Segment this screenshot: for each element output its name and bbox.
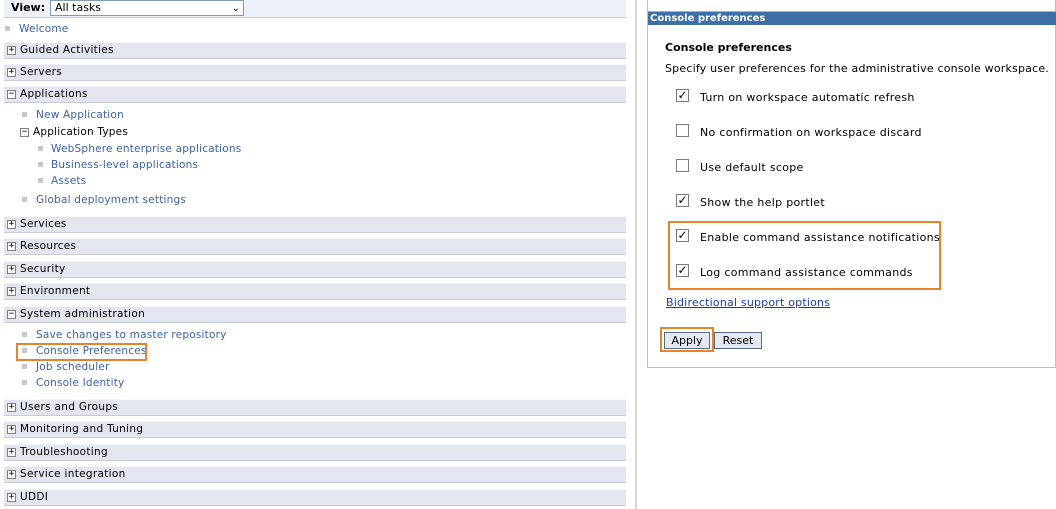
nav-link-new-application[interactable]: New Application [36, 107, 124, 123]
category-label: Servers [20, 66, 63, 78]
nav-category-servers[interactable]: + Servers [4, 64, 626, 81]
nav-link-business-level-apps[interactable]: Business-level applications [51, 157, 198, 173]
nav-link-console-identity[interactable]: Console Identity [36, 375, 124, 391]
expand-icon[interactable]: + [7, 287, 16, 296]
nav-item-business-level-apps[interactable]: Business-level applications [0, 157, 630, 173]
reset-button[interactable]: Reset [714, 332, 762, 349]
bullet-icon [38, 162, 43, 167]
checkbox-label: Use default scope [700, 161, 804, 174]
nav-item-job-scheduler[interactable]: Job scheduler [0, 359, 630, 375]
pane-divider[interactable] [635, 0, 637, 509]
nav-category-users-and-groups[interactable]: + Users and Groups [4, 399, 626, 416]
nav-category-guided-activities[interactable]: + Guided Activities [4, 42, 626, 59]
nav-link-save-changes[interactable]: Save changes to master repository [36, 327, 227, 343]
bullet-icon [38, 178, 43, 183]
collapse-icon[interactable]: − [7, 90, 16, 99]
nav-link-websphere-apps[interactable]: WebSphere enterprise applications [51, 141, 241, 157]
nav-item-save-changes[interactable]: Save changes to master repository [0, 327, 630, 343]
category-label: Monitoring and Tuning [20, 423, 144, 435]
nav-category-security[interactable]: + Security [4, 261, 626, 278]
chevron-down-icon: ⌄ [231, 3, 240, 14]
view-label: View: [11, 1, 46, 14]
checkmark-icon: ✓ [677, 88, 688, 102]
view-bar: View: All tasks ⌄ [4, 0, 626, 18]
bidirectional-support-link[interactable]: Bidirectional support options [666, 296, 830, 309]
nav-category-applications[interactable]: − Applications [4, 86, 626, 103]
nav-link-job-scheduler[interactable]: Job scheduler [36, 359, 110, 375]
bullet-icon [5, 26, 10, 31]
nav-category-service-integration[interactable]: + Service integration [4, 466, 626, 483]
category-label: Security [20, 263, 66, 275]
category-label: Services [20, 218, 67, 230]
bullet-icon [38, 146, 43, 151]
navigation-pane: View: All tasks ⌄ Welcome + Guided Activ… [0, 0, 630, 509]
expand-icon[interactable]: + [7, 242, 16, 251]
expand-icon[interactable]: + [7, 220, 16, 229]
category-label: Guided Activities [20, 44, 114, 56]
view-select-value: All tasks [55, 1, 102, 14]
nav-category-services[interactable]: + Services [4, 216, 626, 233]
bullet-icon [22, 380, 27, 385]
bullet-icon [22, 364, 27, 369]
expand-icon[interactable]: + [7, 68, 16, 77]
portlet-title: Console preferences [648, 11, 1056, 25]
view-select[interactable]: All tasks ⌄ [50, 0, 244, 16]
collapse-icon[interactable]: − [20, 128, 29, 137]
preferences-heading: Console preferences [665, 41, 792, 54]
bullet-icon [22, 197, 27, 202]
nav-item-websphere-apps[interactable]: WebSphere enterprise applications [0, 141, 630, 157]
nav-category-system-administration[interactable]: − System administration [4, 306, 626, 323]
category-label: UDDI [20, 491, 49, 503]
nav-category-environment[interactable]: + Environment [4, 283, 626, 300]
checkbox-help-portlet[interactable]: ✓ [676, 194, 689, 207]
category-label: Service integration [20, 468, 126, 480]
nav-item-console-identity[interactable]: Console Identity [0, 375, 630, 391]
category-label: Troubleshooting [20, 446, 108, 458]
nav-link-global-deployment[interactable]: Global deployment settings [36, 192, 186, 208]
expand-icon[interactable]: + [7, 46, 16, 55]
nav-item-new-application[interactable]: New Application [0, 107, 630, 123]
nav-category-monitoring-and-tuning[interactable]: + Monitoring and Tuning [4, 421, 626, 438]
checkbox-label: Turn on workspace automatic refresh [700, 91, 915, 104]
expand-icon[interactable]: + [7, 470, 16, 479]
checkbox-label: No confirmation on workspace discard [700, 126, 922, 139]
category-label: Users and Groups [20, 401, 119, 413]
category-label: Resources [20, 240, 77, 252]
checkbox-no-confirmation[interactable] [676, 124, 689, 137]
expand-icon[interactable]: + [7, 493, 16, 502]
bullet-icon [22, 332, 27, 337]
expand-icon[interactable]: + [7, 448, 16, 457]
expand-icon[interactable]: + [7, 403, 16, 412]
collapse-icon[interactable]: − [7, 310, 16, 319]
category-label: System administration [20, 308, 146, 320]
nav-group-application-types: Application Types [33, 126, 128, 138]
nav-category-resources[interactable]: + Resources [4, 238, 626, 255]
bullet-icon [22, 112, 27, 117]
expand-icon[interactable]: + [7, 425, 16, 434]
category-label: Applications [20, 88, 88, 100]
apply-button[interactable]: Apply [664, 332, 710, 349]
nav-link-welcome[interactable]: Welcome [19, 21, 68, 37]
nav-category-troubleshooting[interactable]: + Troubleshooting [4, 444, 626, 461]
checkbox-default-scope[interactable] [676, 159, 689, 172]
preferences-description: Specify user preferences for the adminis… [665, 62, 1050, 75]
checkmark-icon: ✓ [677, 193, 688, 207]
checkbox-label: Show the help portlet [700, 196, 825, 209]
highlight-box-command-assistance [668, 221, 941, 290]
nav-item-application-types[interactable]: − Application Types [0, 124, 630, 140]
nav-item-welcome[interactable]: Welcome [0, 21, 630, 37]
expand-icon[interactable]: + [7, 265, 16, 274]
checkbox-auto-refresh[interactable]: ✓ [676, 89, 689, 102]
nav-item-assets[interactable]: Assets [0, 173, 630, 189]
category-label: Environment [20, 285, 91, 297]
nav-link-assets[interactable]: Assets [51, 173, 86, 189]
nav-category-uddi[interactable]: + UDDI [4, 489, 626, 506]
nav-item-global-deployment[interactable]: Global deployment settings [0, 192, 630, 208]
console-preferences-portlet: Console preferences Console preferences … [647, 0, 1056, 368]
